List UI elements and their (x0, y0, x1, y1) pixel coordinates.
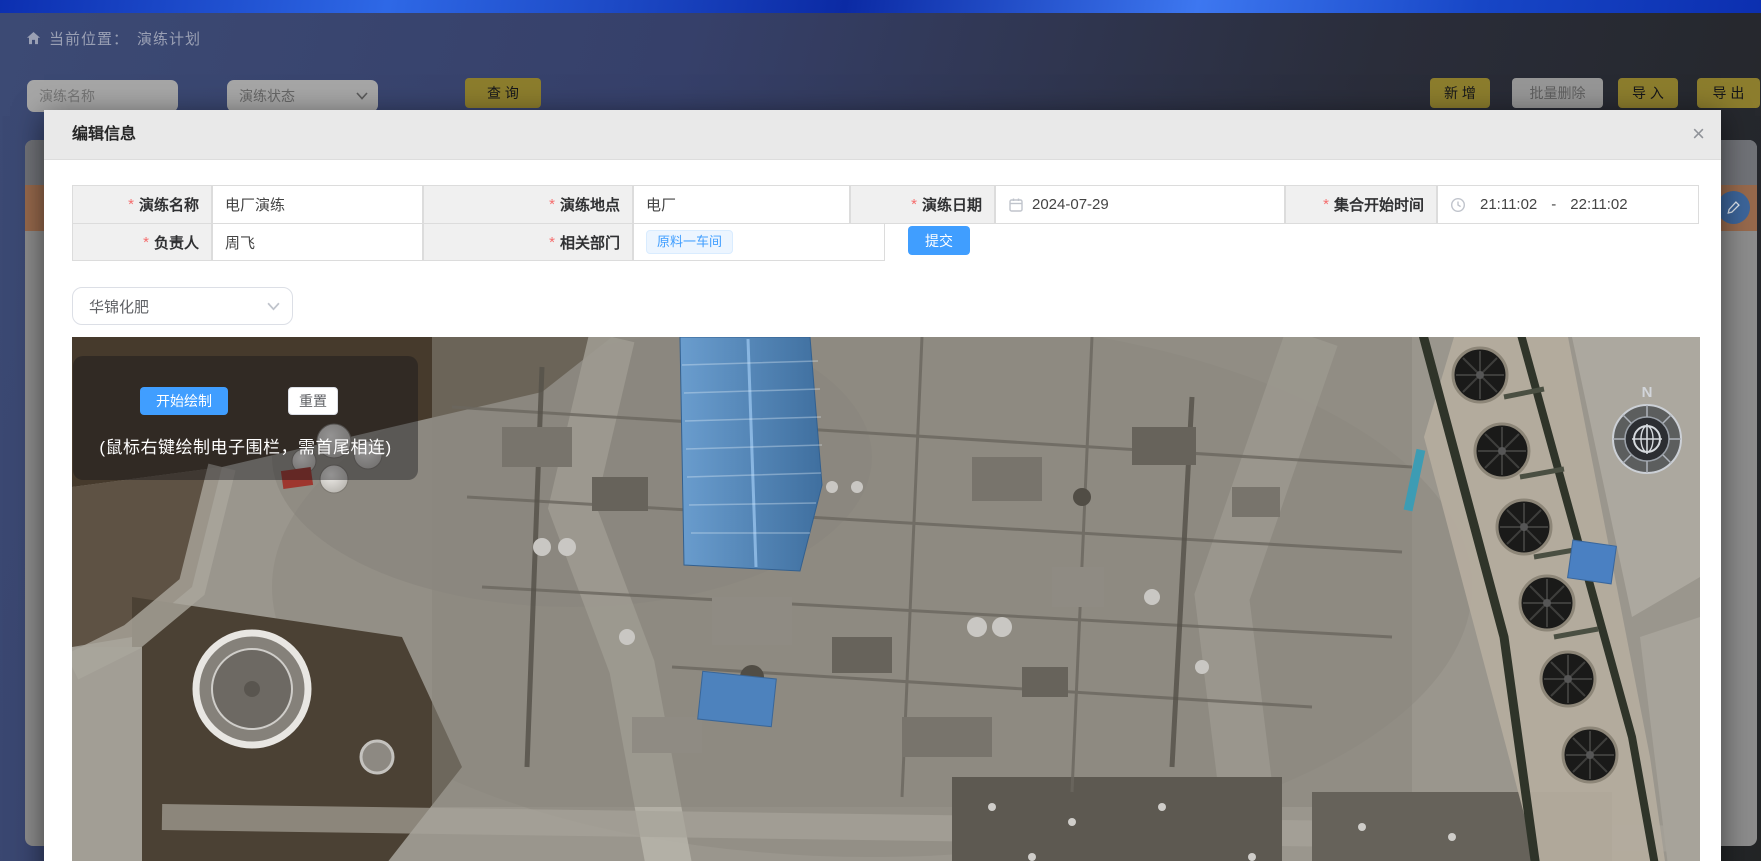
drill-name-input[interactable] (27, 80, 178, 112)
drill-name-field[interactable]: 电厂演练 (212, 185, 423, 224)
draw-tools-panel: 开始绘制 重置 (鼠标右键绘制电子围栏，需首尾相连) (73, 356, 418, 480)
window-top-strip (0, 0, 1761, 13)
drill-place-label: 演练地点 (560, 194, 620, 215)
home-icon (26, 31, 41, 46)
breadcrumb-prefix: 当前位置： (49, 28, 129, 49)
drill-status-placeholder: 演练状态 (239, 86, 295, 106)
gather-time-label: 集合开始时间 (1334, 194, 1424, 215)
submit-button[interactable]: 提交 (908, 226, 970, 255)
modal-title: 编辑信息 (72, 110, 136, 160)
owner-label-cell: * 负责人 (72, 223, 212, 261)
gather-time-range-field[interactable]: 21:11:02 - 22:11:02 (1437, 185, 1699, 224)
owner-value: 周飞 (225, 232, 255, 253)
gather-time-label-cell: * 集合开始时间 (1285, 185, 1437, 224)
drill-date-value: 2024-07-29 (1032, 196, 1109, 213)
compass-control[interactable]: N (1587, 375, 1700, 495)
batch-delete-button[interactable]: 批量删除 (1512, 78, 1603, 108)
aerial-map[interactable]: 开始绘制 重置 (鼠标右键绘制电子围栏，需首尾相连) N (72, 337, 1700, 861)
chevron-down-icon (356, 92, 368, 100)
required-mark: * (549, 234, 555, 251)
dept-tag[interactable]: 原料一车间 (646, 230, 733, 254)
time-separator: - (1551, 196, 1556, 213)
export-button[interactable]: 导 出 (1697, 78, 1760, 108)
reset-button[interactable]: 重置 (288, 387, 338, 415)
drill-name-label-cell: * 演练名称 (72, 185, 212, 224)
drill-name-value: 电厂演练 (225, 194, 285, 215)
time-start-value: 21:11:02 (1480, 196, 1537, 213)
screen: 当前位置： 演练计划 演练状态 查 询 新 增 批量删除 导 入 导 出 编辑信… (0, 0, 1761, 861)
dept-label-cell: * 相关部门 (423, 223, 633, 261)
calendar-icon (1008, 197, 1024, 213)
required-mark: * (1323, 196, 1329, 213)
start-draw-button[interactable]: 开始绘制 (140, 387, 228, 415)
edit-row-button[interactable] (1717, 191, 1750, 224)
org-select-value: 华锦化肥 (89, 296, 149, 317)
clock-icon (1450, 197, 1466, 213)
chevron-down-icon (267, 302, 280, 311)
draw-hint-text: (鼠标右键绘制电子围栏，需首尾相连) (73, 433, 418, 458)
required-mark: * (911, 196, 917, 213)
search-button[interactable]: 查 询 (465, 78, 541, 108)
drill-place-value: 电厂 (646, 194, 676, 215)
drill-date-label-cell: * 演练日期 (850, 185, 995, 224)
required-mark: * (128, 196, 134, 213)
required-mark: * (143, 234, 149, 251)
org-select[interactable]: 华锦化肥 (72, 287, 293, 325)
drill-name-label: 演练名称 (139, 194, 199, 215)
owner-field[interactable]: 周飞 (212, 223, 423, 261)
add-button[interactable]: 新 增 (1430, 78, 1490, 108)
compass-north-label: N (1642, 384, 1653, 401)
pencil-icon (1726, 200, 1741, 215)
owner-label: 负责人 (154, 232, 199, 253)
required-mark: * (549, 196, 555, 213)
close-icon[interactable]: × (1692, 121, 1705, 147)
drill-date-label: 演练日期 (922, 194, 982, 215)
drill-place-label-cell: * 演练地点 (423, 185, 633, 224)
edit-info-modal: 编辑信息 × * 演练名称 电厂演练 * 演练地点 电厂 * 演练日期 2024… (44, 110, 1721, 861)
dept-field[interactable]: 原料一车间 (633, 223, 885, 261)
import-button[interactable]: 导 入 (1618, 78, 1678, 108)
dept-label: 相关部门 (560, 232, 620, 253)
modal-header: 编辑信息 × (44, 110, 1721, 160)
drill-status-select[interactable]: 演练状态 (227, 80, 378, 112)
drill-place-field[interactable]: 电厂 (633, 185, 850, 224)
time-end-value: 22:11:02 (1570, 196, 1627, 213)
drill-date-field[interactable]: 2024-07-29 (995, 185, 1285, 224)
breadcrumb: 当前位置： 演练计划 (26, 28, 201, 49)
breadcrumb-current: 演练计划 (137, 28, 201, 49)
